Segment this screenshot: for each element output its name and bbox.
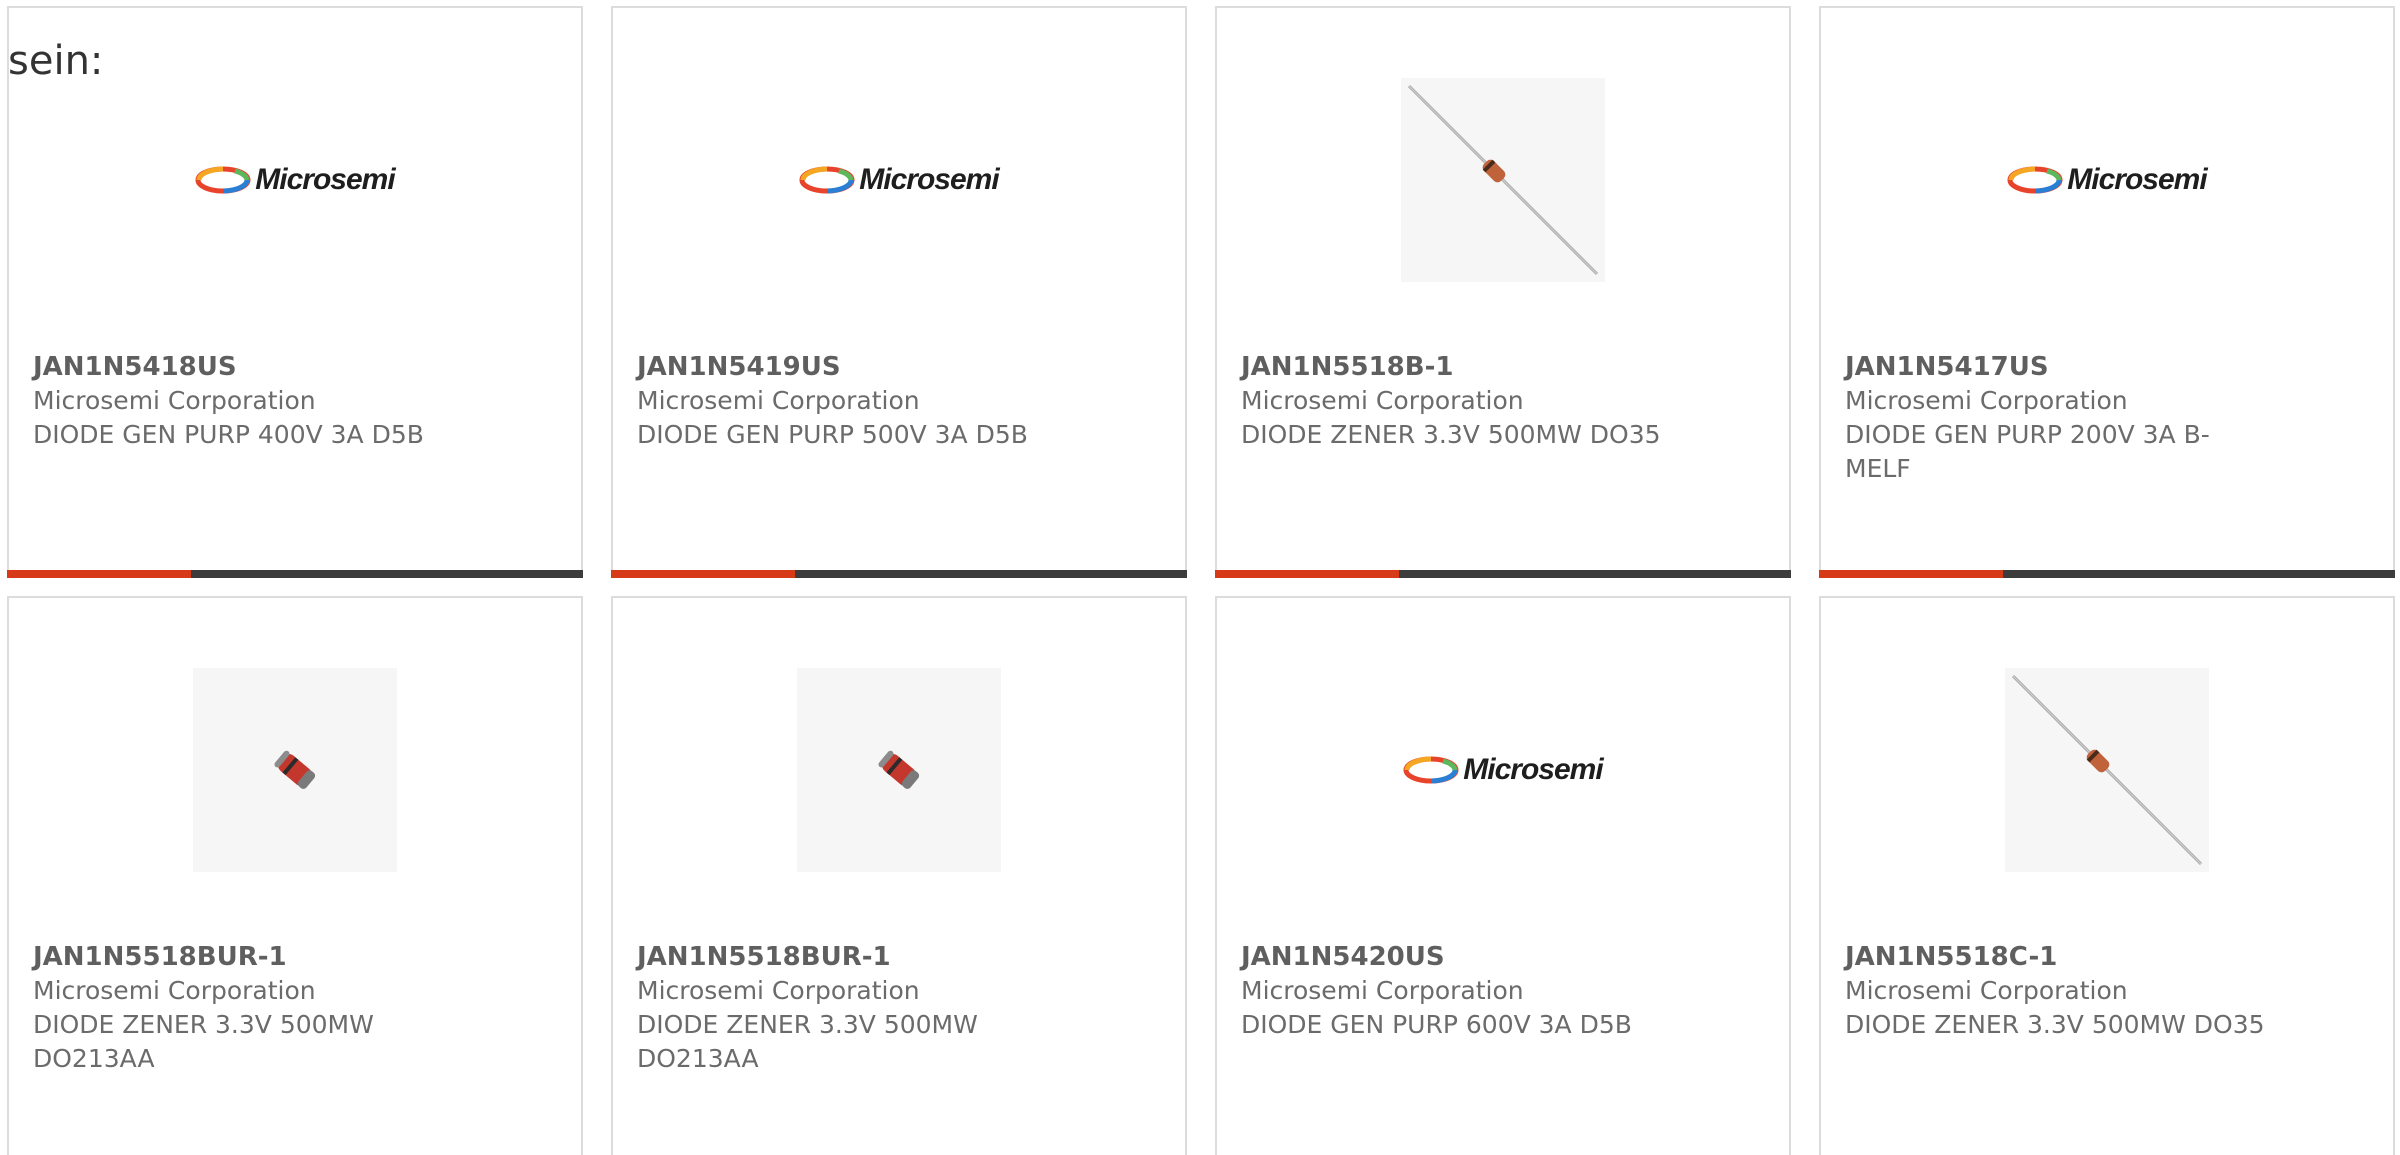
product-card[interactable]: Microsemi JAN1N5419US Microsemi Corporat… — [611, 6, 1187, 578]
product-description: DIODE GEN PURP 500V 3A D5B — [637, 420, 1028, 449]
manufacturer-name: Microsemi Corporation — [1845, 976, 2128, 1005]
product-description: DIODE ZENER 3.3V 500MW DO213AA — [33, 1010, 374, 1073]
product-grid-page: sein: Microsemi JAN1N5418US Microsemi Co… — [0, 0, 2400, 1155]
part-number-link[interactable]: JAN1N5518BUR-1 — [33, 940, 557, 974]
part-number-link[interactable]: JAN1N5417US — [1845, 350, 2369, 384]
part-number-link[interactable]: JAN1N5518BUR-1 — [637, 940, 1161, 974]
product-card[interactable]: JAN1N5518BUR-1 Microsemi Corporation DIO… — [7, 596, 583, 1155]
microsemi-logo-icon: Microsemi — [1403, 753, 1604, 787]
manufacturer-name: Microsemi Corporation — [1845, 386, 2128, 415]
microsemi-logo-icon: Microsemi — [2007, 163, 2208, 197]
accent-fill — [1819, 570, 2004, 578]
product-card[interactable]: Microsemi JAN1N5418US Microsemi Corporat… — [7, 6, 583, 578]
product-info: JAN1N5418US Microsemi Corporation DIODE … — [33, 350, 557, 452]
product-image[interactable] — [2005, 668, 2209, 872]
product-info: JAN1N5518B-1 Microsemi Corporation DIODE… — [1241, 350, 1765, 452]
part-number-link[interactable]: JAN1N5420US — [1241, 940, 1765, 974]
manufacturer-name: Microsemi Corporation — [637, 386, 920, 415]
axial-diode-icon — [2011, 674, 2203, 866]
manufacturer-name: Microsemi Corporation — [33, 386, 316, 415]
product-description: DIODE ZENER 3.3V 500MW DO35 — [1241, 420, 1661, 449]
product-info: JAN1N5518C-1 Microsemi Corporation DIODE… — [1845, 940, 2369, 1042]
accent-fill — [7, 570, 192, 578]
part-number-link[interactable]: JAN1N5418US — [33, 350, 557, 384]
product-description: DIODE ZENER 3.3V 500MW DO213AA — [637, 1010, 978, 1073]
product-info: JAN1N5518BUR-1 Microsemi Corporation DIO… — [33, 940, 557, 1076]
melf-diode-icon — [878, 750, 920, 789]
microsemi-logo-icon: Microsemi — [799, 163, 1000, 197]
product-image[interactable] — [1401, 78, 1605, 282]
product-image[interactable]: Microsemi — [193, 78, 397, 282]
product-card[interactable]: JAN1N5518B-1 Microsemi Corporation DIODE… — [1215, 6, 1791, 578]
axial-diode-icon — [1407, 84, 1599, 276]
product-image[interactable] — [193, 668, 397, 872]
part-number-link[interactable]: JAN1N5518B-1 — [1241, 350, 1765, 384]
intro-text: sein: — [8, 38, 104, 84]
manufacturer-name: Microsemi Corporation — [33, 976, 316, 1005]
manufacturer-name: Microsemi Corporation — [1241, 976, 1524, 1005]
product-info: JAN1N5419US Microsemi Corporation DIODE … — [637, 350, 1161, 452]
manufacturer-name: Microsemi Corporation — [637, 976, 920, 1005]
product-description: DIODE GEN PURP 400V 3A D5B — [33, 420, 424, 449]
product-info: JAN1N5420US Microsemi Corporation DIODE … — [1241, 940, 1765, 1042]
accent-fill — [611, 570, 796, 578]
product-card[interactable]: JAN1N5518C-1 Microsemi Corporation DIODE… — [1819, 596, 2395, 1155]
product-info: JAN1N5417US Microsemi Corporation DIODE … — [1845, 350, 2369, 486]
microsemi-logo-icon: Microsemi — [195, 163, 396, 197]
product-image[interactable]: Microsemi — [797, 78, 1001, 282]
accent-fill — [1215, 570, 1400, 578]
product-description: DIODE ZENER 3.3V 500MW DO35 — [1845, 1010, 2265, 1039]
product-image[interactable]: Microsemi — [1401, 668, 1605, 872]
card-accent-bar — [1215, 570, 1791, 578]
melf-diode-icon — [274, 750, 316, 789]
product-card[interactable]: Microsemi JAN1N5420US Microsemi Corporat… — [1215, 596, 1791, 1155]
product-info: JAN1N5518BUR-1 Microsemi Corporation DIO… — [637, 940, 1161, 1076]
manufacturer-name: Microsemi Corporation — [1241, 386, 1524, 415]
card-accent-bar — [611, 570, 1187, 578]
product-image[interactable] — [797, 668, 1001, 872]
part-number-link[interactable]: JAN1N5419US — [637, 350, 1161, 384]
product-image[interactable]: Microsemi — [2005, 78, 2209, 282]
product-description: DIODE GEN PURP 200V 3A B- MELF — [1845, 420, 2210, 483]
product-description: DIODE GEN PURP 600V 3A D5B — [1241, 1010, 1632, 1039]
card-accent-bar — [1819, 570, 2395, 578]
card-accent-bar — [7, 570, 583, 578]
product-card[interactable]: JAN1N5518BUR-1 Microsemi Corporation DIO… — [611, 596, 1187, 1155]
product-card[interactable]: Microsemi JAN1N5417US Microsemi Corporat… — [1819, 6, 2395, 578]
part-number-link[interactable]: JAN1N5518C-1 — [1845, 940, 2369, 974]
